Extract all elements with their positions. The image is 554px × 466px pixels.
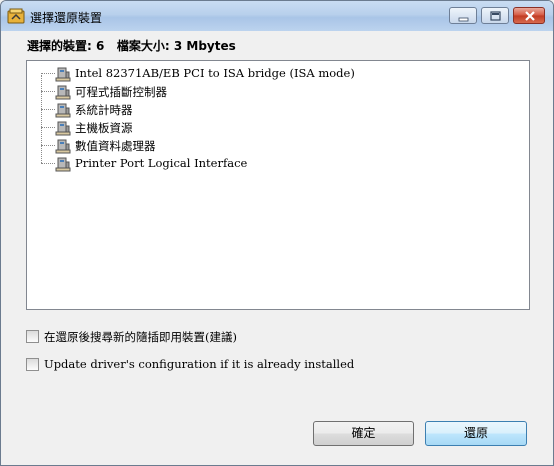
tree-branch (41, 163, 55, 164)
update-driver-label: Update driver's configuration if it is a… (44, 357, 355, 371)
restore-device-dialog: 選擇還原裝置 選擇的裝置: 6 檔案大小: 3 Mbytes Intel 823… (0, 0, 554, 466)
file-size: 檔案大小: 3 Mbytes (116, 39, 236, 53)
device-icon (55, 139, 71, 154)
selected-count: 選擇的裝置: 6 (27, 39, 105, 53)
device-label: 主機板資源 (75, 121, 133, 135)
restore-app-icon (7, 8, 25, 24)
tree-branch (41, 145, 55, 146)
tree-branch (41, 127, 55, 128)
maximize-button[interactable] (481, 7, 509, 24)
title-bar[interactable]: 選擇還原裝置 (1, 1, 553, 31)
close-button[interactable] (513, 7, 545, 24)
device-label: Printer Port Logical Interface (75, 156, 248, 170)
search-pnp-label: 在還原後搜尋新的隨插即用裝置(建議) (44, 330, 237, 344)
device-icon (55, 157, 71, 172)
restore-button[interactable]: 還原 (425, 421, 527, 446)
tree-branch (41, 91, 55, 92)
device-icon (55, 103, 71, 118)
device-icon (55, 85, 71, 100)
device-label: 數值資料處理器 (75, 139, 156, 153)
device-icon (55, 67, 71, 82)
maximize-icon (490, 11, 501, 21)
device-label: Intel 82371AB/EB PCI to ISA bridge (ISA … (75, 66, 355, 80)
tree-connector (41, 75, 42, 163)
device-label: 可程式插斷控制器 (75, 85, 167, 99)
tree-branch (41, 109, 55, 110)
tree-branch (41, 73, 55, 74)
close-icon (525, 11, 535, 21)
minimize-button[interactable] (449, 7, 477, 24)
minimize-icon (458, 17, 469, 22)
selection-info: 選擇的裝置: 6 檔案大小: 3 Mbytes (27, 37, 236, 54)
device-label: 系統計時器 (75, 103, 133, 117)
device-icon (55, 121, 71, 136)
search-pnp-checkbox[interactable] (26, 330, 39, 343)
window-title: 選擇還原裝置 (30, 11, 103, 25)
update-driver-checkbox[interactable] (26, 358, 39, 371)
ok-button[interactable]: 確定 (313, 421, 414, 446)
device-tree[interactable]: Intel 82371AB/EB PCI to ISA bridge (ISA … (26, 60, 530, 310)
